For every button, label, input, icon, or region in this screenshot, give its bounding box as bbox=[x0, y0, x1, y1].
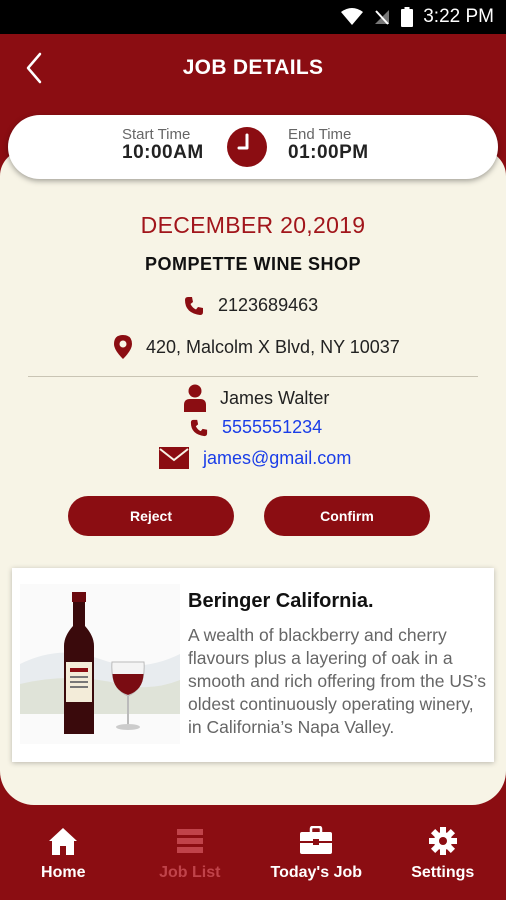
gear-icon bbox=[428, 827, 457, 855]
product-description: A wealth of blackberry and cherry flavou… bbox=[188, 625, 486, 737]
contact-phone-row[interactable]: 5555551234 bbox=[190, 417, 322, 438]
contact-name: James Walter bbox=[220, 387, 330, 408]
location-pin-icon bbox=[114, 335, 132, 359]
job-date: DECEMBER 20,2019 bbox=[140, 212, 366, 238]
address-row[interactable]: 420, Malcolm X Blvd, NY 10037 bbox=[114, 335, 400, 359]
battery-icon bbox=[401, 7, 414, 27]
phone-icon bbox=[185, 296, 203, 315]
shop-name: POMPETTE WINE SHOP bbox=[144, 254, 362, 274]
briefcase-icon bbox=[300, 826, 333, 854]
product-card[interactable]: Beringer California. A wealth of blackbe… bbox=[12, 568, 494, 762]
status-bar: 3:22 PM bbox=[0, 0, 506, 34]
end-time-value: 01:00PM bbox=[288, 142, 369, 163]
confirm-button[interactable]: Confirm bbox=[264, 496, 430, 536]
end-time-label: End Time bbox=[288, 126, 352, 143]
tab-settings-label: Settings bbox=[411, 864, 475, 881]
bottom-tab-bar: Home Job List Today's Job Settings bbox=[0, 822, 506, 900]
contact-phone-link[interactable]: 5555551234 bbox=[222, 417, 322, 438]
app-header: JOB DETAILS bbox=[0, 34, 506, 114]
tab-job-list-label: Job List bbox=[159, 864, 221, 881]
contact-email-row[interactable]: james@gmail.com bbox=[159, 447, 351, 469]
home-icon bbox=[49, 828, 78, 855]
list-icon bbox=[176, 829, 203, 853]
tab-todays-job[interactable]: Today's Job bbox=[253, 822, 380, 900]
time-card: Start Time 10:00AM End Time 01:00PM bbox=[8, 115, 498, 179]
wifi-icon bbox=[341, 8, 364, 25]
contact-name-row: James Walter bbox=[184, 384, 329, 412]
no-signal-icon bbox=[375, 10, 390, 25]
tab-settings[interactable]: Settings bbox=[380, 822, 506, 900]
shop-phone: 2123689463 bbox=[218, 295, 319, 315]
person-icon bbox=[184, 384, 206, 412]
end-time-block: End Time 01:00PM bbox=[288, 127, 369, 163]
phone-icon bbox=[190, 419, 208, 436]
tab-todays-job-label: Today's Job bbox=[270, 864, 363, 881]
section-divider bbox=[28, 376, 478, 377]
clock-icon bbox=[227, 127, 267, 167]
tab-job-list[interactable]: Job List bbox=[127, 822, 254, 900]
start-time-label: Start Time bbox=[122, 126, 191, 143]
contact-email-link[interactable]: james@gmail.com bbox=[203, 448, 351, 469]
tab-home[interactable]: Home bbox=[0, 822, 127, 900]
mail-icon bbox=[159, 447, 189, 469]
status-time: 3:22 PM bbox=[423, 6, 494, 27]
shop-phone-row[interactable]: 2123689463 bbox=[184, 295, 318, 316]
shop-address: 420, Malcolm X Blvd, NY 10037 bbox=[146, 336, 400, 357]
start-time-value: 10:00AM bbox=[122, 142, 204, 163]
reject-button[interactable]: Reject bbox=[68, 496, 234, 536]
page-title: JOB DETAILS bbox=[182, 56, 324, 79]
product-name: Beringer California. bbox=[188, 590, 374, 612]
start-time-block: Start Time 10:00AM bbox=[122, 127, 204, 163]
wine-bottle-image bbox=[20, 584, 180, 744]
tab-home-label: Home bbox=[41, 864, 86, 881]
